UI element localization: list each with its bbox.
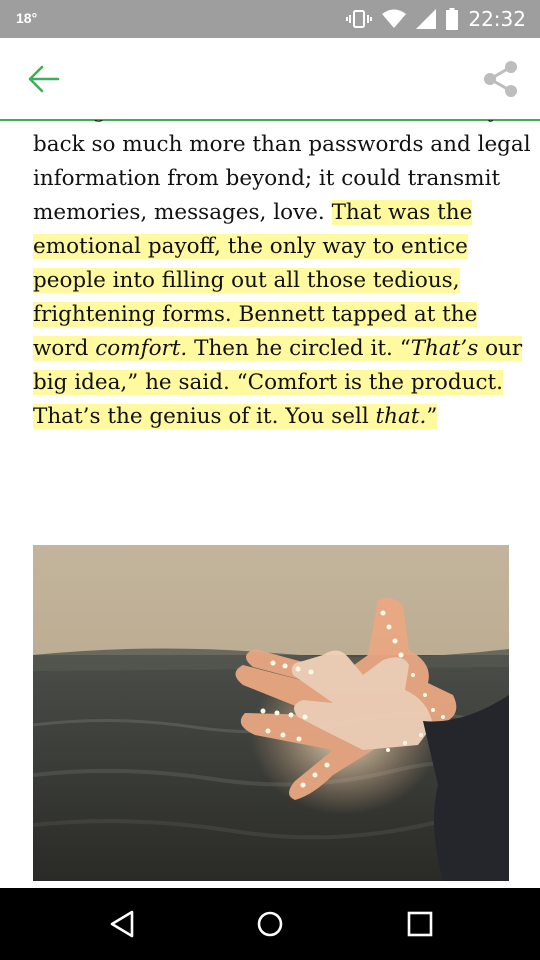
highlighted-text: big idea,” he said. “Comfort is the prod… — [33, 370, 503, 395]
highlighted-text: ” — [426, 404, 438, 429]
status-icons: 22:32 — [346, 0, 526, 38]
article-line: That’s the genius of it. You sell that.” — [33, 400, 513, 434]
highlighted-text: frightening forms. Bennett tapped at the — [33, 302, 478, 327]
app-bar — [0, 38, 540, 121]
article-photo — [33, 545, 509, 881]
article-line: word comfort. Then he circled it. “That’… — [33, 332, 523, 366]
article-line: big idea,” he said. “Comfort is the prod… — [33, 366, 513, 400]
article-line: emotional payoff, the only way to entice — [33, 230, 513, 264]
article-content[interactable]: through in his mind. After I-Go could ca… — [0, 120, 540, 888]
triangle-back-icon[interactable] — [104, 906, 140, 942]
battery-icon — [446, 8, 459, 30]
article-line: back so much more than passwords and leg… — [33, 128, 531, 162]
cell-signal-icon — [416, 9, 437, 29]
clock: 22:32 — [468, 7, 526, 31]
highlighted-text: that. — [375, 404, 427, 429]
temperature-indicator: 18° — [16, 10, 38, 26]
article-text-segment: through in his mind. After I-Go could ca… — [33, 120, 500, 123]
share-icon[interactable] — [482, 60, 520, 98]
highlighted-text: emotional payoff, the only way to entice — [33, 234, 468, 259]
arrow-left-icon[interactable] — [26, 64, 60, 94]
article-text[interactable]: through in his mind. After I-Go could ca… — [33, 120, 531, 434]
highlighted-text: That’s — [410, 336, 479, 361]
article-line: frightening forms. Bennett tapped at the — [33, 298, 513, 332]
article-line: people into filling out all those tediou… — [33, 264, 513, 298]
article-line: through in his mind. After I-Go could ca… — [33, 120, 513, 128]
vibrate-icon — [346, 10, 373, 28]
highlighted-text: comfort. — [95, 336, 188, 361]
highlighted-text: our — [478, 336, 523, 361]
square-recents-icon[interactable] — [402, 906, 438, 942]
article-line: information from beyond; it could transm… — [33, 162, 513, 196]
highlighted-text: That’s the genius of it. You sell — [33, 404, 376, 429]
highlighted-text: Then he circled it. “ — [187, 336, 411, 361]
article-text-segment: back so much more than passwords and leg… — [33, 132, 531, 157]
article-line: memories, messages, love. That was the — [33, 196, 513, 230]
highlighted-text: That was the — [331, 200, 473, 225]
wifi-icon — [382, 9, 407, 28]
highlighted-text: people into filling out all those tediou… — [33, 268, 460, 293]
highlighted-text: word — [33, 336, 96, 361]
navigation-bar — [0, 888, 540, 960]
status-bar: 18° 22:32 — [0, 0, 540, 38]
article-text-segment: memories, messages, love. — [33, 200, 332, 225]
circle-home-icon[interactable] — [252, 906, 288, 942]
article-text-segment: information from beyond; it could transm… — [33, 166, 501, 191]
